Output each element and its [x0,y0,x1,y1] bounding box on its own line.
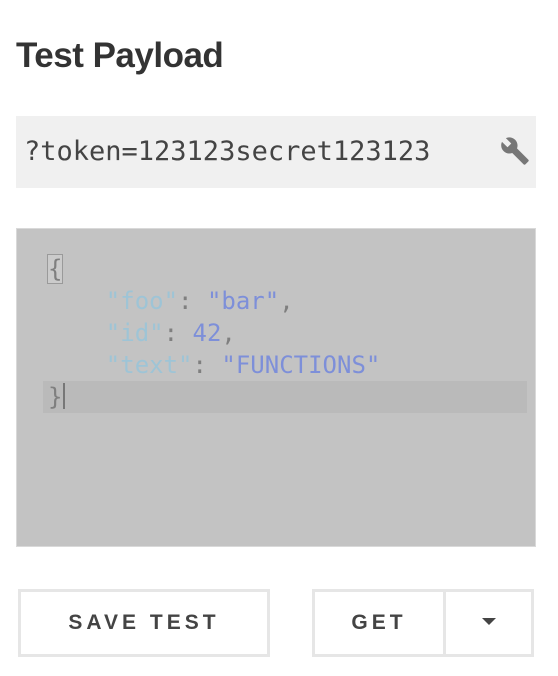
query-string-field[interactable]: ?token=123123secret123123 [16,116,536,188]
method-get-button[interactable]: GET [315,592,446,654]
save-test-button[interactable]: SAVE TEST [18,589,270,657]
json-value: "bar" [206,287,280,315]
query-string-value[interactable]: ?token=123123secret123123 [24,134,430,170]
code-line: "foo": "bar", [105,287,294,315]
code-line: "id": 42, [105,319,236,347]
page-title: Test Payload [16,36,224,75]
text-cursor [63,383,66,409]
json-key: "text" [105,351,193,379]
json-close-brace: } [48,383,63,411]
caret-down-icon [481,614,497,632]
http-method-selector[interactable]: GET [312,589,534,657]
json-key: "foo" [105,287,179,315]
method-dropdown-toggle[interactable] [446,592,531,654]
code-line: "text": "FUNCTIONS" [105,351,381,379]
payload-editor[interactable]: { "foo": "bar", "id": 42, "text": "FUNCT… [16,228,536,547]
json-value: "FUNCTIONS" [221,351,381,379]
json-open-brace: { [46,254,64,284]
json-value: 42 [192,319,222,347]
json-key: "id" [105,319,164,347]
wrench-icon[interactable] [500,136,530,166]
code-line: } [48,381,66,413]
active-line-highlight [43,381,527,413]
code-line: { [46,253,64,285]
